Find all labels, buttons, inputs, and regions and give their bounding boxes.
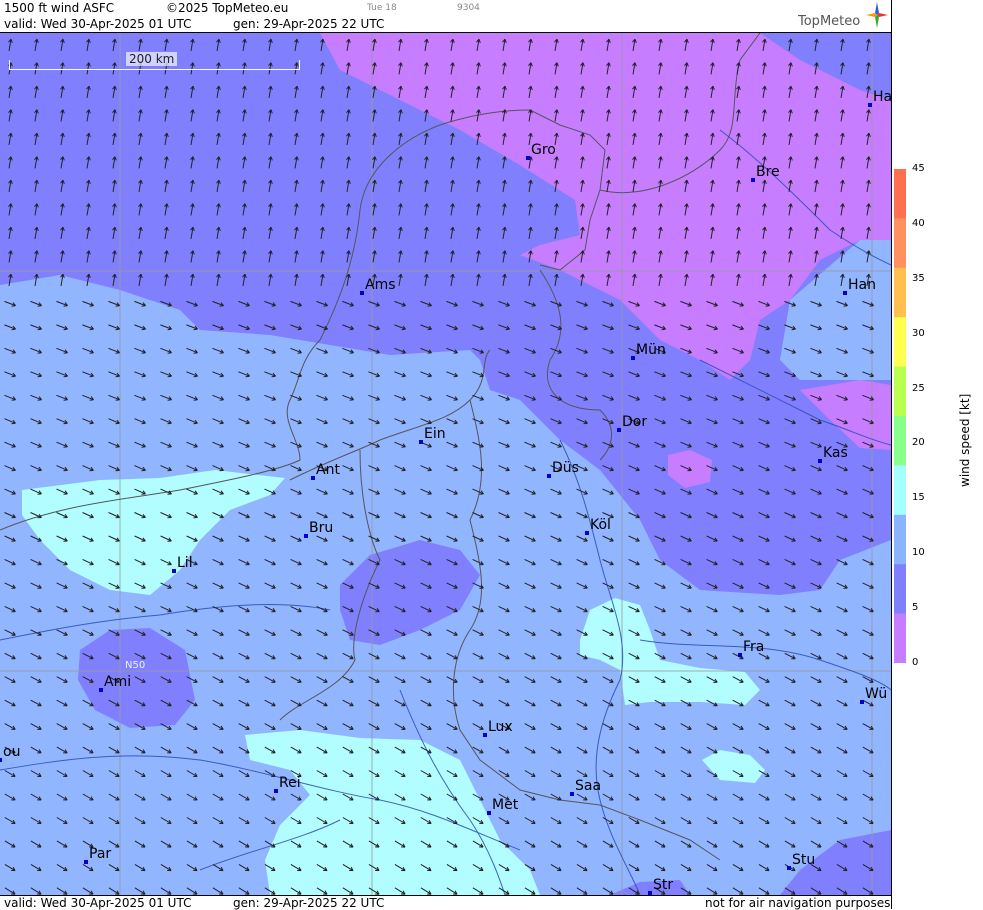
city-label[interactable]: Gro xyxy=(531,142,556,158)
legend-tick-label: 30 xyxy=(912,327,925,339)
city-marker xyxy=(311,476,315,480)
city-marker xyxy=(585,531,589,535)
legend-swatch xyxy=(894,267,906,318)
city-label[interactable]: Ami xyxy=(104,674,131,690)
legend-tick-label: 40 xyxy=(912,217,925,229)
city-label[interactable]: Köl xyxy=(590,517,611,533)
legend-tick-label: 25 xyxy=(912,382,925,394)
legend-tick-label: 0 xyxy=(912,657,919,668)
city-marker xyxy=(570,792,574,796)
city-label[interactable]: Düs xyxy=(552,460,579,476)
day-tag: Tue 18 xyxy=(367,3,397,13)
footer-valid-time: valid: Wed 30-Apr-2025 01 UTC xyxy=(4,896,192,910)
city-marker xyxy=(419,440,423,444)
city-marker xyxy=(751,178,755,182)
city-marker xyxy=(738,653,742,657)
legend-tick-label: 20 xyxy=(912,437,925,449)
city-label[interactable]: Lil xyxy=(177,555,193,571)
map-code: 9304 xyxy=(457,3,480,13)
legend-tick-label: 10 xyxy=(912,547,925,559)
legend-swatch xyxy=(894,366,906,417)
city-label[interactable]: Fra xyxy=(743,639,764,655)
city-label[interactable]: Han xyxy=(848,277,876,293)
wind-map[interactable] xyxy=(0,33,891,895)
city-label[interactable]: Ein xyxy=(424,426,446,442)
city-label[interactable]: Kas xyxy=(823,445,848,461)
generated-time: gen: 29-Apr-2025 22 UTC xyxy=(233,17,385,31)
city-marker xyxy=(617,428,621,432)
city-marker xyxy=(547,474,551,478)
legend-swatch xyxy=(894,416,906,466)
legend-title: wind speed [kt] xyxy=(958,393,972,487)
legend-tick-label: 35 xyxy=(912,272,925,284)
legend-swatch xyxy=(894,169,906,219)
city-marker xyxy=(0,758,2,762)
latitude-label: N50 xyxy=(125,660,146,671)
city-marker xyxy=(360,291,364,295)
city-label[interactable]: Rei xyxy=(279,775,301,791)
legend-swatch xyxy=(894,218,906,269)
city-label[interactable]: Saa xyxy=(575,778,601,794)
city-label[interactable]: Wü xyxy=(865,686,887,702)
legend-swatch xyxy=(894,613,906,663)
city-marker xyxy=(84,860,88,864)
city-marker xyxy=(868,103,872,107)
city-label[interactable]: Ha xyxy=(873,89,892,105)
city-label[interactable]: Ams xyxy=(365,277,396,293)
city-marker xyxy=(526,156,530,160)
legend-tick-label: 15 xyxy=(912,492,925,504)
city-label[interactable]: Bre xyxy=(756,164,780,180)
legend-swatch xyxy=(894,514,906,565)
city-label[interactable]: Stu xyxy=(792,852,815,868)
disclaimer: not for air navigation purposes xyxy=(705,896,891,910)
city-label[interactable]: Dor xyxy=(622,414,647,430)
logo-text: TopMeteo xyxy=(798,14,861,29)
city-label[interactable]: ou xyxy=(3,744,20,760)
city-marker xyxy=(172,569,176,573)
scale-label: 200 km xyxy=(126,52,178,66)
legend-swatch xyxy=(894,317,906,368)
city-marker xyxy=(860,700,864,704)
city-label[interactable]: Met xyxy=(492,797,518,813)
legend-swatch xyxy=(894,564,906,615)
city-label[interactable]: Lux xyxy=(488,719,513,735)
compass-icon xyxy=(866,2,888,28)
city-marker xyxy=(304,534,308,538)
valid-time: valid: Wed 30-Apr-2025 01 UTC xyxy=(4,17,192,31)
legend-tick-label: 45 xyxy=(912,162,925,174)
footer-generated-time: gen: 29-Apr-2025 22 UTC xyxy=(233,896,385,910)
city-label[interactable]: Ant xyxy=(316,462,340,478)
city-marker xyxy=(274,789,278,793)
city-label[interactable]: Par xyxy=(89,846,111,862)
map-title: 1500 ft wind ASFC xyxy=(4,1,115,15)
city-label[interactable]: Bru xyxy=(309,520,333,536)
footer-bar: valid: Wed 30-Apr-2025 01 UTC gen: 29-Ap… xyxy=(0,895,891,910)
city-marker xyxy=(99,688,103,692)
legend-swatch xyxy=(894,465,906,516)
legend-tick-label: 5 xyxy=(912,602,919,614)
city-marker xyxy=(487,811,491,815)
city-marker xyxy=(787,866,791,870)
header-bar: 1500 ft wind ASFC ©2025 TopMeteo.eu Tue … xyxy=(0,0,891,33)
copyright: ©2025 TopMeteo.eu xyxy=(166,1,289,15)
city-marker xyxy=(818,459,822,463)
city-marker xyxy=(483,733,487,737)
city-marker xyxy=(631,356,635,360)
city-marker xyxy=(843,291,847,295)
legend-colorbar xyxy=(894,169,906,663)
city-label[interactable]: Mün xyxy=(636,342,666,358)
city-label[interactable]: Str xyxy=(653,877,673,893)
